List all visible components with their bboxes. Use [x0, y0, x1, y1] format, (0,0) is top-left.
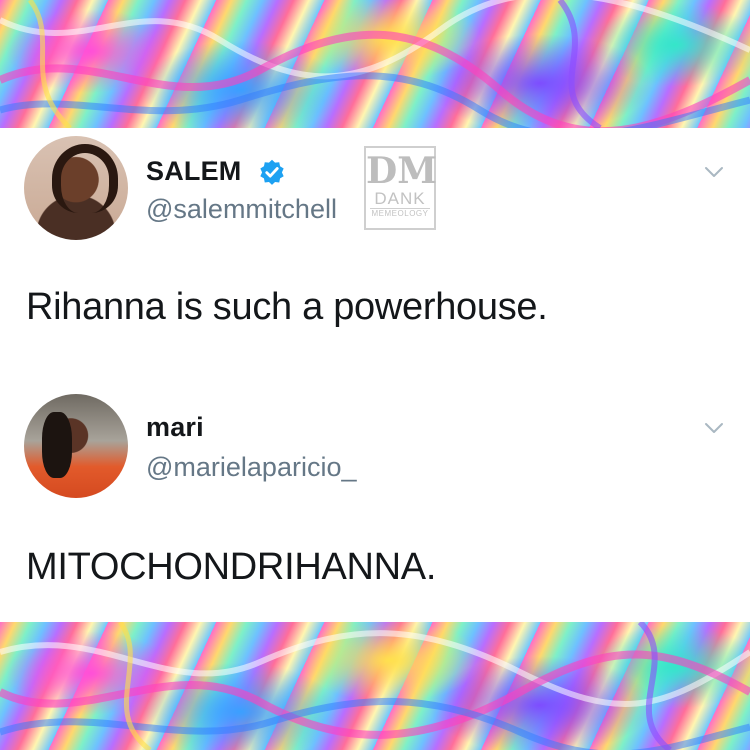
display-name[interactable]: mari: [146, 412, 204, 443]
swirl-pattern-bottom: [0, 622, 750, 750]
verified-badge-icon: [260, 159, 284, 185]
watermark-sub: MEMEOLOGY: [370, 208, 430, 218]
display-name[interactable]: SALEM: [146, 156, 242, 187]
watermark-name: DANK: [374, 189, 426, 208]
marble-background-top: [0, 0, 750, 128]
avatar-mari[interactable]: [24, 394, 128, 498]
dank-memeology-watermark: DM DANK MEMEOLOGY: [364, 146, 438, 230]
watermark-logo: DM: [366, 150, 438, 192]
tweet-thread-card: SALEM @salemmitchell DM DANK MEMEOLOGY R…: [0, 128, 750, 622]
marble-background-bottom: [0, 622, 750, 750]
chevron-down-icon[interactable]: [704, 166, 724, 178]
user-handle[interactable]: @salemmitchell: [146, 194, 337, 225]
tweet-text: Rihanna is such a powerhouse.: [26, 286, 548, 328]
chevron-down-icon[interactable]: [704, 422, 724, 434]
tweet-text: MITOCHONDRIHANNA.: [26, 546, 437, 588]
user-handle[interactable]: @marielaparicio_: [146, 452, 357, 483]
swirl-pattern-top: [0, 0, 750, 128]
avatar-salem[interactable]: [24, 136, 128, 240]
